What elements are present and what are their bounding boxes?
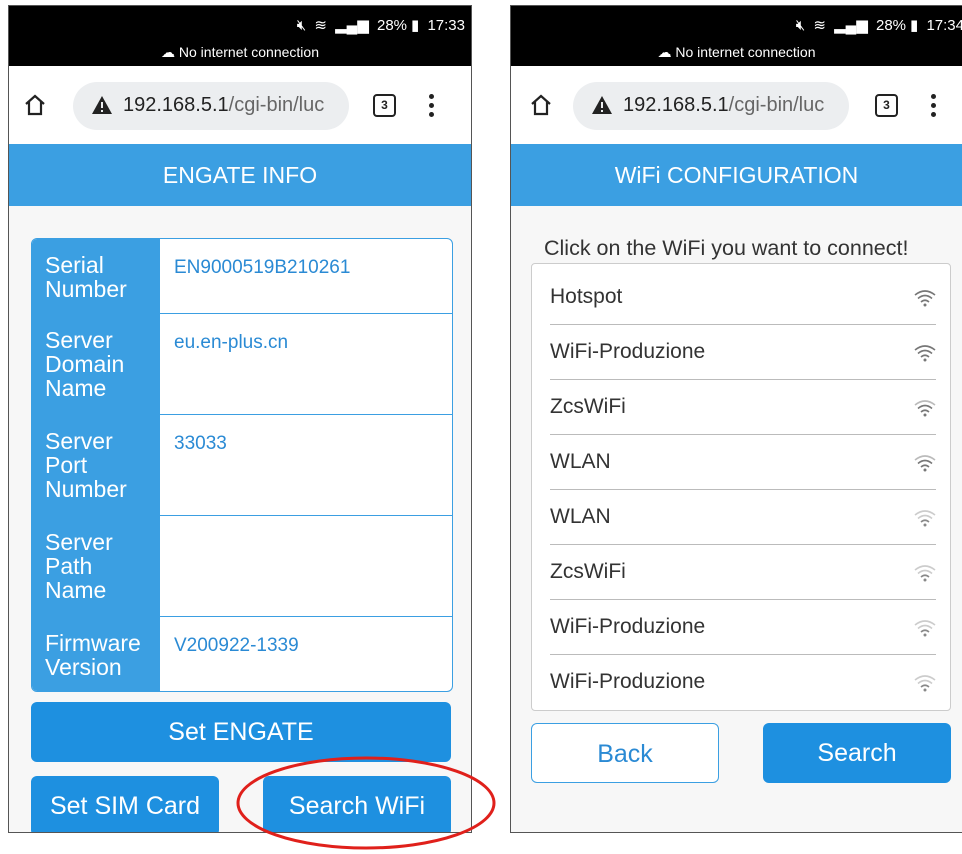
info-value: eu.en-plus.cn (174, 332, 289, 353)
status-icons: 🔇︎ ≋ ▂▄▆ 28% ▮ 17:33 (293, 16, 465, 34)
info-label: Serial Number (32, 239, 160, 313)
mute-icon: 🔇︎ (296, 17, 307, 34)
info-table: Serial Number EN9000519B210261 Server Do… (31, 238, 453, 692)
page-title: ENGATE INFO (9, 144, 471, 206)
wifi-item[interactable]: WiFi-Produzione (550, 654, 936, 709)
info-row-server-path-name: Server Path Name (32, 515, 452, 616)
no-internet-text: No internet connection (178, 44, 319, 60)
info-value: 33033 (174, 433, 227, 454)
wifi-item[interactable]: Hotspot (550, 269, 936, 325)
address-bar[interactable]: 192.168.5.1/cgi-bin/luc (573, 82, 849, 130)
url-host: 192.168.5.1 (623, 94, 729, 116)
battery-icon: ▮ (910, 17, 919, 34)
info-label: Firmware Version (32, 617, 160, 691)
wifi-item[interactable]: WiFi-Produzione (550, 599, 936, 655)
wifi-name: ZcsWiFi (550, 560, 626, 583)
screen-engate-info: 🔇︎ ≋ ▂▄▆ 28% ▮ 17:33 ☁︎ No internet conne… (8, 5, 472, 833)
wifi-item[interactable]: ZcsWiFi (550, 544, 936, 600)
wifi-item[interactable]: WiFi-Produzione (550, 324, 936, 380)
back-button[interactable]: Back (531, 723, 719, 783)
info-label: Server Path Name (32, 516, 160, 616)
wifi-name: WiFi-Produzione (550, 670, 706, 693)
wifi-name: WiFi-Produzione (550, 615, 706, 638)
battery-icon: ▮ (411, 17, 420, 34)
info-value: V200922-1339 (174, 635, 299, 656)
wifi-signal-icon (914, 345, 936, 362)
more-vert-icon[interactable] (429, 94, 435, 118)
wifi-signal-icon (914, 290, 936, 307)
no-internet-notice: ☁︎ No internet connection (9, 44, 471, 61)
info-value: EN9000519B210261 (174, 257, 351, 278)
home-icon[interactable] (23, 93, 47, 117)
wifi-signal-icon (914, 675, 936, 692)
info-label: Server Domain Name (32, 314, 160, 414)
search-wifi-button[interactable]: Search WiFi (263, 776, 451, 832)
clock: 17:33 (427, 17, 465, 34)
warning-icon[interactable] (591, 95, 613, 115)
wifi-name: WiFi-Produzione (550, 340, 706, 363)
warning-icon[interactable] (91, 95, 113, 115)
wifi-signal-icon (914, 565, 936, 582)
no-internet-text: No internet connection (675, 44, 816, 60)
info-row-firmware-version: Firmware Version V200922-1339 (32, 616, 452, 691)
wifi-item[interactable]: WLAN (550, 489, 936, 545)
no-internet-notice: ☁︎ No internet connection (511, 44, 962, 61)
status-bar: 🔇︎ ≋ ▂▄▆ 28% ▮ 17:34 ☁︎ No internet conne… (511, 6, 962, 66)
wifi-item[interactable]: WLAN (550, 434, 936, 490)
wifi-name: Hotspot (550, 285, 623, 308)
wifi-signal-icon (914, 455, 936, 472)
info-row-server-domain-name: Server Domain Name eu.en-plus.cn (32, 313, 452, 414)
url-path: /cgi-bin/luc (728, 94, 825, 116)
url-text[interactable]: 192.168.5.1/cgi-bin/luc (123, 94, 324, 117)
battery-percent: 28% (875, 17, 907, 34)
screen-wifi-configuration: 🔇︎ ≋ ▂▄▆ 28% ▮ 17:34 ☁︎ No internet conne… (510, 5, 962, 833)
browser-toolbar: 192.168.5.1/cgi-bin/luc 3 (511, 66, 962, 144)
wifi-name: WLAN (550, 505, 611, 528)
wifi-prompt: Click on the WiFi you want to connect! (544, 236, 909, 260)
info-label: Server Port Number (32, 415, 160, 515)
wifi-name: WLAN (550, 450, 611, 473)
address-bar[interactable]: 192.168.5.1/cgi-bin/luc (73, 82, 349, 130)
wifi-status-icon: ≋ (813, 17, 826, 34)
status-bar: 🔇︎ ≋ ▂▄▆ 28% ▮ 17:33 ☁︎ No internet conne… (9, 6, 471, 66)
search-button[interactable]: Search (763, 723, 951, 783)
url-text[interactable]: 192.168.5.1/cgi-bin/luc (623, 94, 824, 117)
wifi-status-icon: ≋ (314, 17, 327, 34)
wifi-name: ZcsWiFi (550, 395, 626, 418)
signal-icon: ▂▄▆ (834, 17, 868, 34)
cloud-off-icon: ☁︎ (161, 44, 175, 60)
cloud-off-icon: ☁︎ (657, 44, 672, 60)
wifi-item[interactable]: ZcsWiFi (550, 379, 936, 435)
wifi-signal-icon (914, 510, 936, 527)
set-sim-card-button[interactable]: Set SIM Card (31, 776, 219, 832)
info-row-serial-number: Serial Number EN9000519B210261 (32, 239, 452, 313)
battery-percent: 28% (376, 17, 408, 34)
url-path: /cgi-bin/luc (228, 94, 325, 116)
more-vert-icon[interactable] (931, 94, 937, 118)
wifi-list: Hotspot WiFi-Produzione ZcsWiFi WLAN WLA… (531, 263, 951, 711)
browser-toolbar: 192.168.5.1/cgi-bin/luc 3 (9, 66, 471, 144)
mute-icon: 🔇︎ (795, 17, 806, 34)
signal-icon: ▂▄▆ (335, 17, 369, 34)
home-icon[interactable] (529, 93, 553, 117)
tabs-icon[interactable]: 3 (875, 94, 898, 117)
url-host: 192.168.5.1 (123, 94, 229, 116)
wifi-signal-icon (914, 620, 936, 637)
set-engate-button[interactable]: Set ENGATE (31, 702, 451, 762)
tabs-icon[interactable]: 3 (373, 94, 396, 117)
wifi-signal-icon (914, 400, 936, 417)
status-icons: 🔇︎ ≋ ▂▄▆ 28% ▮ 17:34 (792, 16, 962, 34)
info-value (160, 516, 452, 616)
clock: 17:34 (926, 17, 962, 34)
info-row-server-port-number: Server Port Number 33033 (32, 414, 452, 515)
page-title: WiFi CONFIGURATION (511, 144, 962, 206)
